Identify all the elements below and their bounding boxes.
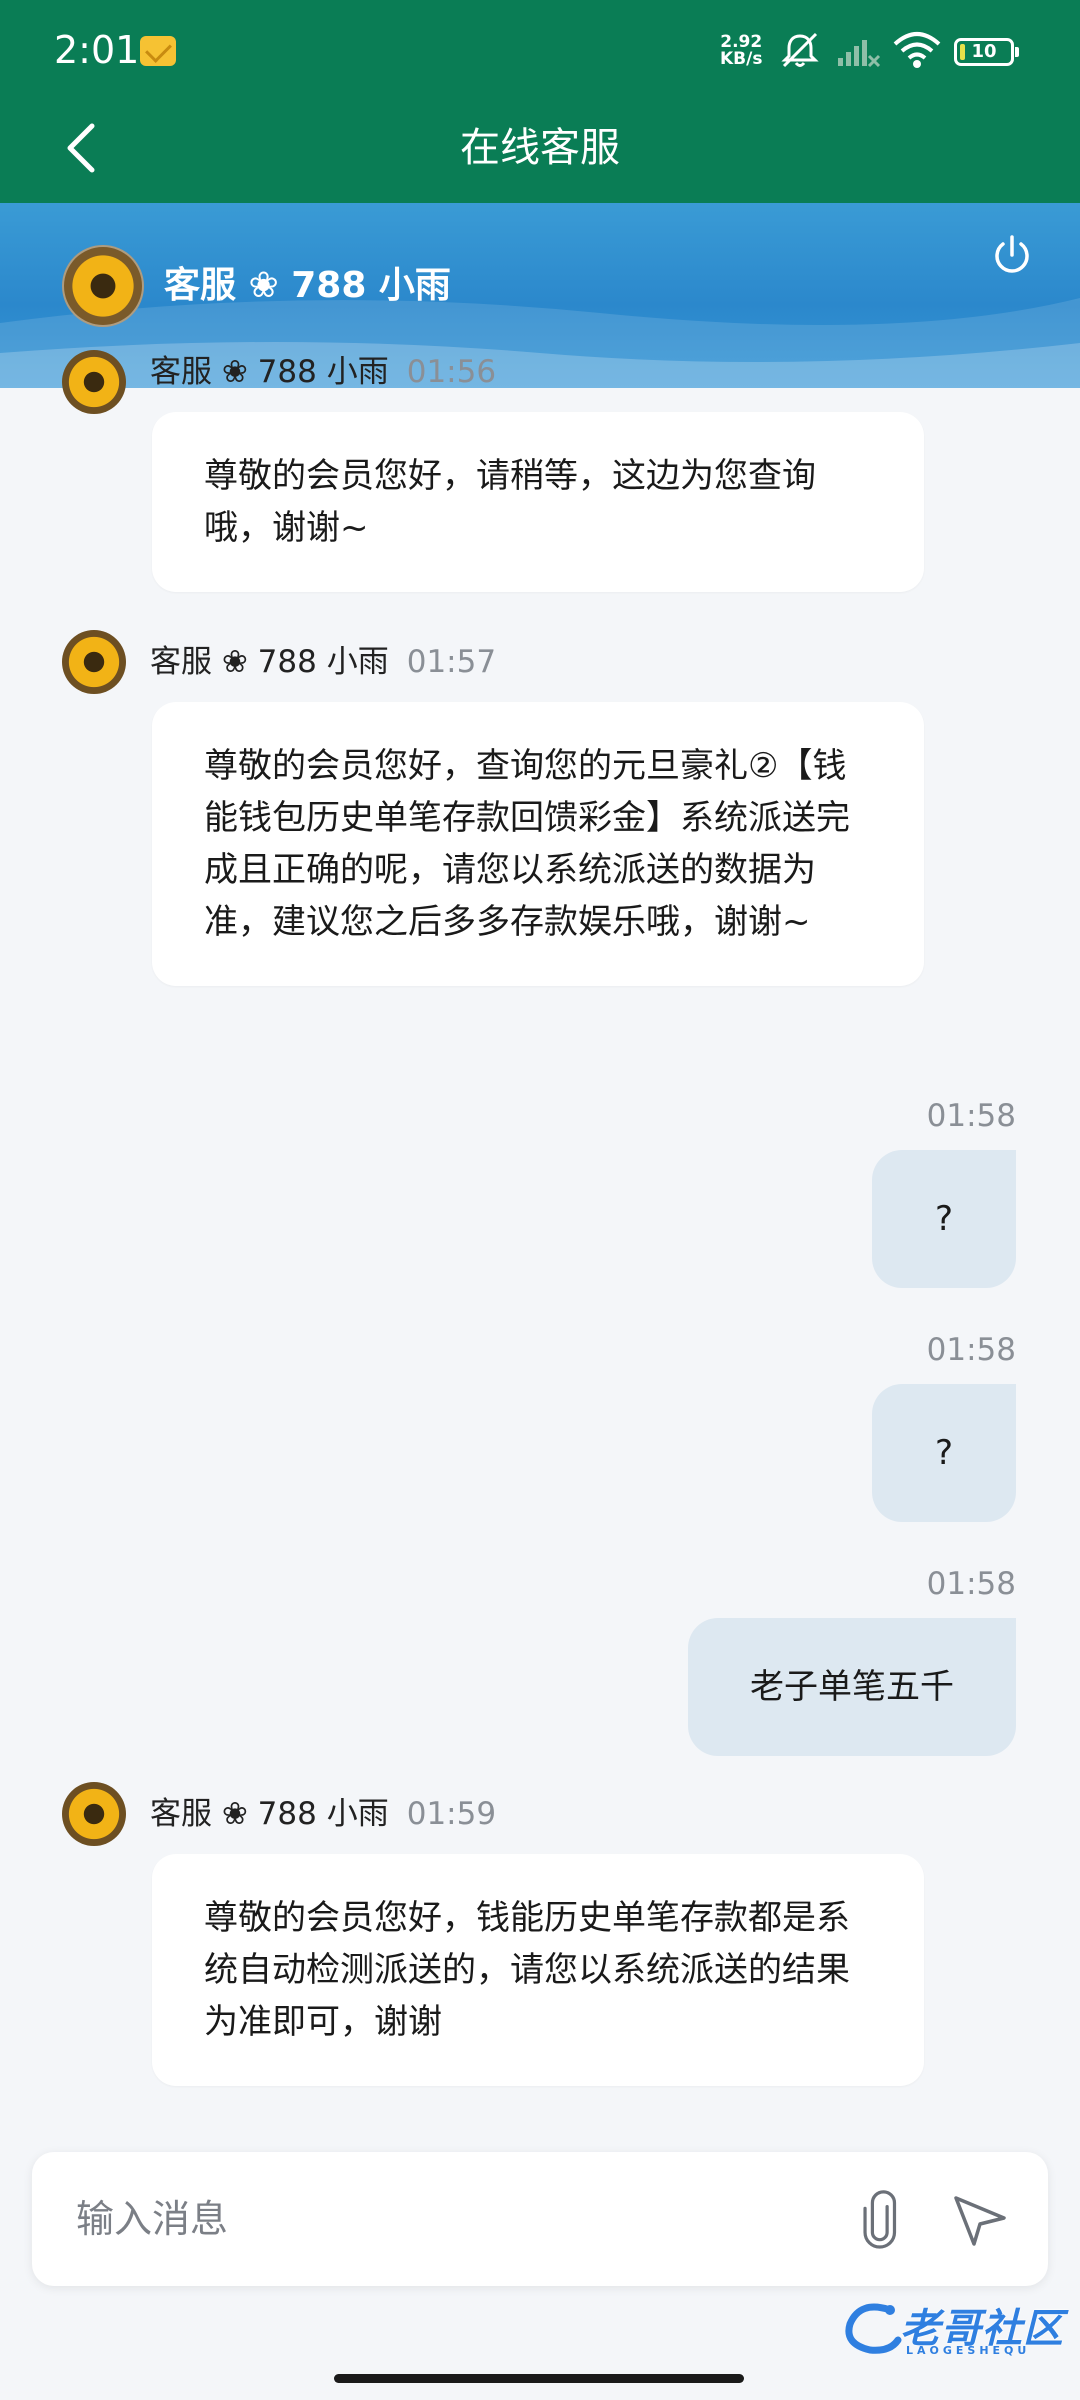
- incoming-message: 客服 ❀ 788 小雨 01:59 尊敬的会员您好，钱能历史单笔存款都是系统自动检…: [0, 1782, 1080, 2092]
- mail-notification-icon: [140, 36, 176, 66]
- outgoing-message-bubble: ?: [872, 1384, 1016, 1522]
- message-bubble: 尊敬的会员您好，请稍等，这边为您查询哦，谢谢~: [152, 412, 924, 592]
- agent-avatar: [62, 245, 144, 327]
- message-meta: 客服 ❀ 788 小雨 01:56: [150, 352, 496, 392]
- incoming-message: 客服 ❀ 788 小雨 01:57 尊敬的会员您好，查询您的元旦豪礼②【钱能钱包历…: [0, 630, 1080, 1070]
- page-title: 在线客服: [460, 125, 620, 171]
- network-speed-unit: KB/s: [720, 49, 763, 69]
- attachment-icon[interactable]: [854, 2188, 910, 2252]
- watermark-dragon-icon: [845, 2303, 902, 2354]
- incoming-message: 客服 ❀ 788 小雨 01:56 尊敬的会员您好，请稍等，这边为您查询哦，谢谢~: [0, 340, 1080, 610]
- battery-indicator: 10: [954, 38, 1019, 66]
- agent-name: 客服 ❀ 788 小雨: [164, 265, 451, 306]
- message-time: 01:58: [926, 1332, 1016, 1368]
- message-time: 01:57: [406, 644, 497, 680]
- agent-avatar: [62, 1782, 126, 1846]
- sender-name: 客服 ❀ 788 小雨: [150, 354, 389, 390]
- outgoing-message-bubble: ?: [872, 1150, 1016, 1288]
- power-icon[interactable]: [990, 233, 1034, 277]
- watermark-logo: 老哥社区 LAOGESHEQU: [840, 2296, 1070, 2362]
- wifi-icon: [893, 32, 941, 68]
- outgoing-message-bubble: 老子单笔五千: [688, 1618, 1016, 1756]
- message-bubble: 尊敬的会员您好，钱能历史单笔存款都是系统自动检测派送的，请您以系统派送的结果为准…: [152, 1854, 924, 2086]
- agent-avatar: [62, 630, 126, 694]
- message-input[interactable]: [76, 2184, 856, 2254]
- send-icon[interactable]: [950, 2192, 1010, 2248]
- status-time: 2:01: [54, 28, 140, 72]
- status-bar: 2:01 2.92 KB/s 10: [0, 0, 1080, 100]
- message-composer: [32, 2152, 1048, 2286]
- chat-list[interactable]: 客服 ❀ 788 小雨 01:56 尊敬的会员您好，请稍等，这边为您查询哦，谢谢~…: [0, 340, 1080, 2110]
- mute-bell-icon: [781, 32, 819, 68]
- network-speed: 2.92 KB/s: [720, 34, 762, 68]
- message-time: 01:58: [926, 1098, 1016, 1134]
- sender-name: 客服 ❀ 788 小雨: [150, 644, 389, 680]
- signal-icon: [838, 40, 881, 68]
- home-indicator[interactable]: [334, 2374, 744, 2383]
- battery-level-fill: [960, 44, 965, 60]
- watermark-subtext: LAOGESHEQU: [906, 2344, 1031, 2357]
- message-time: 01:58: [926, 1566, 1016, 1602]
- message-meta: 客服 ❀ 788 小雨 01:57: [150, 642, 496, 682]
- message-meta: 客服 ❀ 788 小雨 01:59: [150, 1794, 496, 1834]
- message-bubble: 尊敬的会员您好，查询您的元旦豪礼②【钱能钱包历史单笔存款回馈彩金】系统派送完成且…: [152, 702, 924, 986]
- app-header: 2:01 2.92 KB/s 10 在线客服: [0, 0, 1080, 203]
- message-time: 01:56: [406, 354, 497, 390]
- sender-name: 客服 ❀ 788 小雨: [150, 1796, 389, 1832]
- battery-level-text: 10: [971, 41, 997, 62]
- message-time: 01:59: [406, 1796, 497, 1832]
- agent-avatar: [62, 350, 126, 414]
